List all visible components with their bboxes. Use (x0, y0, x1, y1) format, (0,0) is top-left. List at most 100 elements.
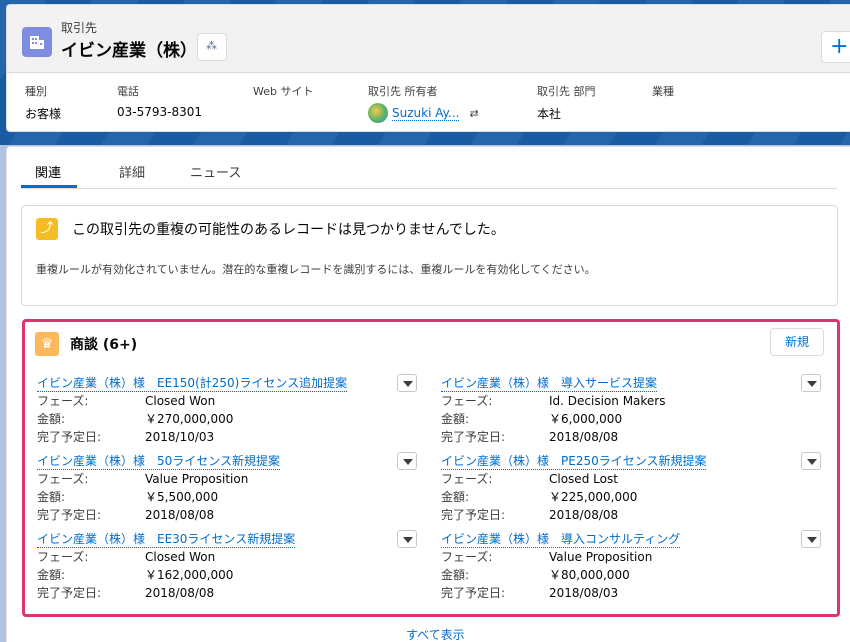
field-owner: 取引先 所有者 Suzuki Ay... ⇄ (368, 83, 479, 123)
opportunity-crown-icon: ♛ (35, 332, 59, 356)
view-all-link[interactable]: すべて表示 (406, 626, 465, 642)
related-panel: 関連 詳細 ニュース ⤴ この取引先の重複の可能性のあるレコードは見つかりません… (6, 146, 850, 642)
account-icon (22, 27, 52, 57)
amount-value: ￥80,000,000 (549, 568, 630, 582)
close-date-label: 完了予定日: (37, 586, 102, 600)
close-date-label: 完了予定日: (37, 430, 102, 444)
duplicate-description: 重複ルールが有効化されていません。潜在的な重複レコードを識別するには、重複ルール… (36, 263, 596, 276)
amount-row: 金額: ￥225,000,000 (441, 489, 836, 506)
owner-value: Suzuki Ay... ⇄ (368, 103, 479, 123)
field-phone: 電話 03-5793-8301 (117, 83, 202, 119)
field-website: Web サイト (253, 83, 313, 105)
amount-value: ￥6,000,000 (549, 412, 623, 426)
close-date-value: 2018/08/08 (549, 430, 619, 444)
phase-label: フェーズ: (441, 472, 493, 486)
tab-news[interactable]: ニュース (190, 162, 241, 181)
tab-details[interactable]: 詳細 (119, 162, 145, 181)
dropdown-icon[interactable] (801, 452, 821, 470)
list-item: イビン産業（株）様 導入コンサルティング フェーズ: Value Proposit… (441, 530, 836, 602)
field-label: 業種 (652, 85, 674, 98)
phase-value: Value Proposition (145, 472, 249, 486)
amount-label: 金額: (441, 490, 470, 504)
field-value[interactable]: 03-5793-8301 (117, 105, 202, 119)
dropdown-icon[interactable] (397, 374, 417, 392)
phase-value: Value Proposition (549, 550, 653, 564)
amount-row: 金額: ￥80,000,000 (441, 567, 836, 584)
field-label: 種別 (25, 85, 47, 98)
amount-label: 金額: (37, 568, 66, 582)
active-tab-indicator (21, 185, 77, 188)
amount-label: 金額: (37, 490, 66, 504)
opportunity-link[interactable]: イビン産業（株）様 PE250ライセンス新規提案 (441, 452, 707, 470)
amount-row: 金額: ￥162,000,000 (37, 567, 432, 584)
close-date-value: 2018/08/08 (549, 508, 619, 522)
amount-label: 金額: (441, 568, 470, 582)
opportunities-title[interactable]: 商談 (6+) (70, 334, 137, 354)
close-date-label: 完了予定日: (441, 430, 506, 444)
owner-link[interactable]: Suzuki Ay... (392, 106, 460, 121)
duplicate-icon: ⤴ (36, 218, 58, 240)
dropdown-icon[interactable] (801, 374, 821, 392)
dropdown-icon[interactable] (397, 452, 417, 470)
close-date-row: 完了予定日: 2018/08/08 (441, 429, 836, 446)
amount-row: 金額: ￥5,500,000 (37, 489, 432, 506)
phase-row: フェーズ: Id. Decision Makers (441, 393, 836, 410)
list-item: イビン産業（株）様 導入サービス提案 フェーズ: Id. Decision Mak… (441, 374, 836, 446)
opportunity-link[interactable]: イビン産業（株）様 導入コンサルティング (441, 530, 681, 548)
phase-label: フェーズ: (37, 472, 89, 486)
opportunity-link[interactable]: イビン産業（株）様 50ライセンス新規提案 (37, 452, 281, 470)
tab-bar: 関連 詳細 ニュース (21, 147, 837, 189)
phase-row: フェーズ: Closed Lost (441, 471, 836, 488)
dropdown-icon[interactable] (397, 530, 417, 548)
owner-change-icon[interactable]: ⇄ (469, 107, 478, 120)
phase-value: Closed Won (145, 394, 216, 408)
phase-label: フェーズ: (441, 394, 493, 408)
close-date-row: 完了予定日: 2018/08/03 (441, 585, 836, 602)
dropdown-icon[interactable] (801, 530, 821, 548)
field-type: 種別 お客様 (25, 83, 61, 122)
opportunity-link[interactable]: イビン産業（株）様 導入サービス提案 (441, 374, 658, 392)
amount-value: ￥162,000,000 (145, 568, 234, 582)
list-item: イビン産業（株）様 EE150(計250)ライセンス追加提案 フェーズ: Clos… (37, 374, 432, 446)
field-label: 取引先 部門 (537, 85, 596, 98)
close-date-row: 完了予定日: 2018/08/08 (441, 507, 836, 524)
phase-value: Id. Decision Makers (549, 394, 666, 408)
avatar[interactable] (368, 103, 388, 123)
record-header: 取引先 イビン産業（株） ⁂ + 種別 お客様 電話 03-5793-8301 … (6, 4, 850, 132)
amount-row: 金額: ￥270,000,000 (37, 411, 432, 428)
field-value: 本社 (537, 107, 562, 121)
close-date-value: 2018/08/08 (145, 586, 215, 600)
amount-value: ￥270,000,000 (145, 412, 234, 426)
field-label: 取引先 所有者 (368, 85, 438, 98)
close-date-value: 2018/08/08 (145, 508, 215, 522)
close-date-label: 完了予定日: (441, 508, 506, 522)
opportunity-link[interactable]: イビン産業（株）様 EE30ライセンス新規提案 (37, 530, 296, 548)
record-header-top: 取引先 イビン産業（株） ⁂ + (7, 5, 850, 73)
phase-row: フェーズ: Closed Won (37, 549, 432, 566)
field-label: Web サイト (253, 85, 314, 98)
amount-row: 金額: ￥6,000,000 (441, 411, 836, 428)
close-date-value: 2018/08/03 (549, 586, 619, 600)
view-hierarchy-button[interactable]: ⁂ (197, 33, 227, 61)
tab-related[interactable]: 関連 (35, 162, 61, 181)
amount-value: ￥5,500,000 (145, 490, 219, 504)
new-opportunity-button[interactable]: 新規 (770, 328, 824, 356)
list-item: イビン産業（株）様 PE250ライセンス新規提案 フェーズ: Closed Los… (441, 452, 836, 524)
opportunity-link[interactable]: イビン産業（株）様 EE150(計250)ライセンス追加提案 (37, 374, 348, 392)
plus-icon: + (830, 34, 849, 59)
field-label: 電話 (117, 85, 139, 98)
duplicate-title: この取引先の重複の可能性のあるレコードは見つかりませんでした。 (72, 222, 505, 238)
list-item: イビン産業（株）様 EE30ライセンス新規提案 フェーズ: Closed Won … (37, 530, 432, 602)
follow-button[interactable]: + (821, 31, 850, 63)
duplicate-check-card: ⤴ この取引先の重複の可能性のあるレコードは見つかりませんでした。 重複ルールが… (21, 205, 838, 306)
phase-label: フェーズ: (37, 550, 89, 564)
field-division: 取引先 部門 本社 (537, 83, 596, 122)
close-date-label: 完了予定日: (441, 586, 506, 600)
field-value: お客様 (25, 107, 62, 121)
close-date-row: 完了予定日: 2018/08/08 (37, 507, 432, 524)
amount-label: 金額: (441, 412, 470, 426)
amount-label: 金額: (37, 412, 66, 426)
list-item: イビン産業（株）様 50ライセンス新規提案 フェーズ: Value Proposi… (37, 452, 432, 524)
object-type-label: 取引先 (61, 21, 98, 35)
field-industry: 業種 (652, 83, 674, 105)
